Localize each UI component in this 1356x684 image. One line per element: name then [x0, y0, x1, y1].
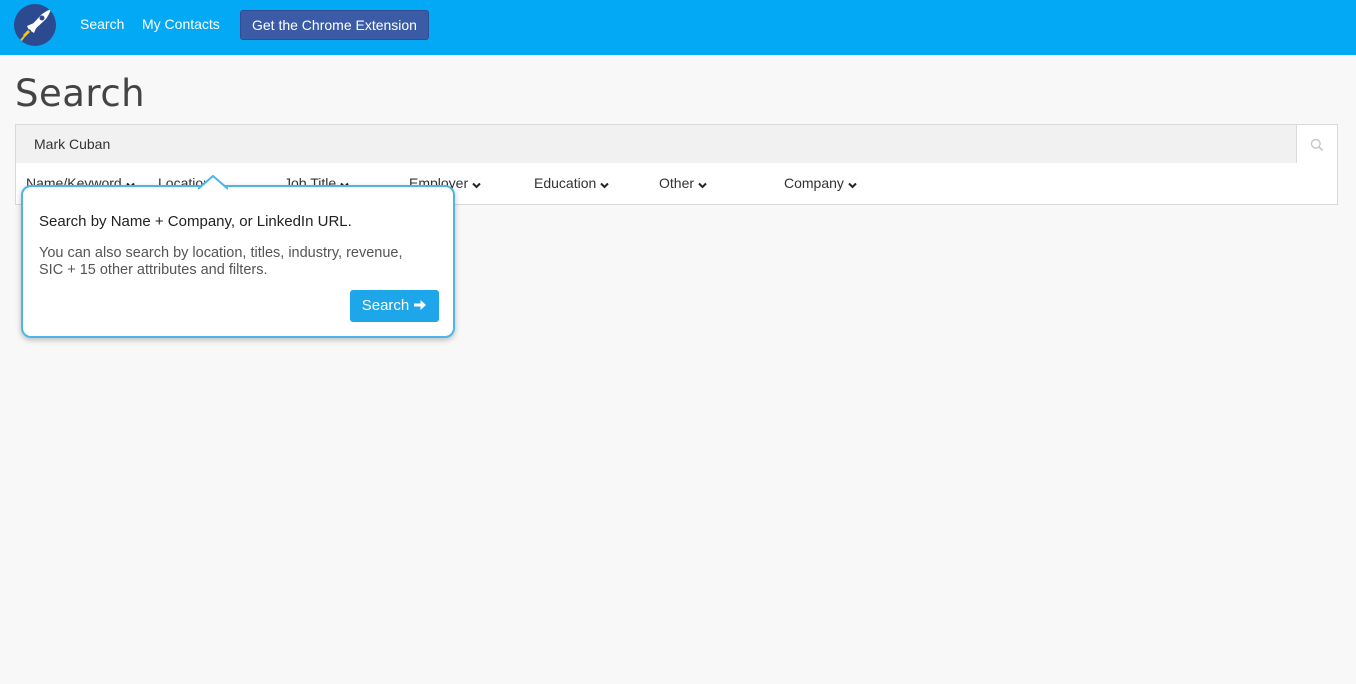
filter-education[interactable]: Education: [534, 175, 609, 192]
popover-search-button[interactable]: Search: [350, 290, 439, 322]
search-bar: [15, 124, 1338, 164]
arrow-right-icon: [413, 298, 427, 316]
filter-label: Education: [534, 175, 597, 191]
search-icon: [1310, 138, 1324, 152]
chevron-down-icon: [848, 176, 857, 192]
rocket-icon[interactable]: [14, 4, 56, 46]
search-input[interactable]: [16, 125, 1299, 163]
filter-company[interactable]: Company: [784, 175, 857, 192]
top-nav-bar: Search My Contacts Get the Chrome Extens…: [0, 0, 1356, 55]
page-title: Search: [15, 72, 146, 115]
chevron-down-icon: [698, 176, 707, 192]
search-tip-popover: Search by Name + Company, or LinkedIn UR…: [21, 175, 455, 338]
filter-label: Other: [659, 175, 695, 191]
popover-title: Search by Name + Company, or LinkedIn UR…: [39, 213, 352, 230]
popover-arrow: [198, 175, 228, 190]
chevron-down-icon: [600, 176, 609, 192]
nav-search-link[interactable]: Search: [80, 16, 124, 32]
filter-other[interactable]: Other: [659, 175, 707, 192]
chevron-down-icon: [472, 176, 481, 192]
popover-description: You can also search by location, titles,…: [39, 245, 403, 278]
search-submit-button[interactable]: [1296, 125, 1337, 163]
filter-label: Company: [784, 175, 844, 191]
nav-my-contacts-link[interactable]: My Contacts: [142, 16, 220, 32]
popover-search-label: Search: [361, 296, 410, 314]
get-chrome-extension-button[interactable]: Get the Chrome Extension: [240, 10, 429, 40]
